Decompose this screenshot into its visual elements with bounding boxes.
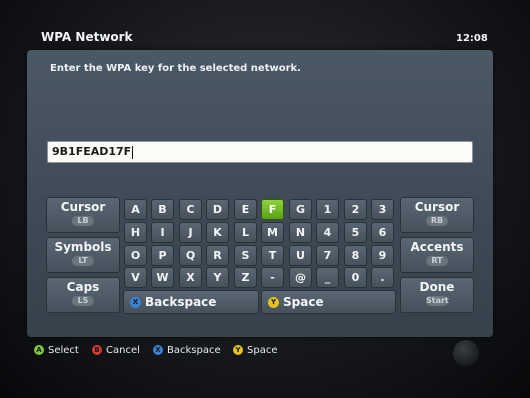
key-4[interactable]: 4 <box>316 222 339 243</box>
key-j[interactable]: J <box>179 222 202 243</box>
key-m[interactable]: M <box>261 222 284 243</box>
key-period[interactable]: . <box>371 267 394 288</box>
symbols-label: Symbols <box>54 240 112 254</box>
key-z[interactable]: Z <box>234 267 257 288</box>
cursor-right-label: Cursor <box>414 200 460 214</box>
backspace-key[interactable]: X Backspace <box>123 290 259 314</box>
key-d[interactable]: D <box>206 199 229 220</box>
key-0[interactable]: 0 <box>344 267 367 288</box>
a-button-icon: A <box>34 345 44 355</box>
key-at[interactable]: @ <box>289 267 312 288</box>
help-select: A Select <box>34 345 79 356</box>
key-r[interactable]: R <box>206 245 229 266</box>
rt-trigger-icon: RT <box>426 256 448 266</box>
key-y[interactable]: Y <box>206 267 229 288</box>
help-cancel-label: Cancel <box>106 345 140 356</box>
wpa-key-value: 9B1FEAD17F <box>52 145 132 158</box>
help-backspace-label: Backspace <box>167 345 221 356</box>
cursor-right-button[interactable]: Cursor RB <box>400 197 474 233</box>
key-6[interactable]: 6 <box>371 222 394 243</box>
key-1[interactable]: 1 <box>316 199 339 220</box>
key-n[interactable]: N <box>289 222 312 243</box>
text-caret <box>132 145 134 159</box>
rb-button-icon: RB <box>426 216 448 226</box>
key-i[interactable]: I <box>151 222 174 243</box>
prompt-text: Enter the WPA key for the selected netwo… <box>50 63 301 74</box>
caps-button[interactable]: Caps LS <box>46 277 120 313</box>
wpa-key-input[interactable]: 9B1FEAD17F <box>47 141 473 163</box>
key-dash[interactable]: - <box>261 267 284 288</box>
left-stick-icon: LS <box>72 296 94 306</box>
key-u[interactable]: U <box>289 245 312 266</box>
key-c[interactable]: C <box>179 199 202 220</box>
done-label: Done <box>419 280 455 294</box>
symbols-button[interactable]: Symbols LT <box>46 237 120 273</box>
key-b[interactable]: B <box>151 199 174 220</box>
x-button-icon: X <box>130 297 141 308</box>
lb-button-icon: LB <box>72 216 94 226</box>
key-k[interactable]: K <box>206 222 229 243</box>
y-button-icon: Y <box>233 345 243 355</box>
accents-label: Accents <box>410 240 464 254</box>
key-x[interactable]: X <box>179 267 202 288</box>
key-2[interactable]: 2 <box>344 199 367 220</box>
y-button-icon: Y <box>268 297 279 308</box>
key-q[interactable]: Q <box>179 245 202 266</box>
guide-orb-icon <box>453 340 479 366</box>
key-h[interactable]: H <box>124 222 147 243</box>
key-w[interactable]: W <box>151 267 174 288</box>
backspace-label: Backspace <box>145 295 217 309</box>
key-s[interactable]: S <box>234 245 257 266</box>
key-a[interactable]: A <box>124 199 147 220</box>
key-e[interactable]: E <box>234 199 257 220</box>
help-space: Y Space <box>233 345 277 356</box>
key-g[interactable]: G <box>289 199 312 220</box>
done-button[interactable]: Done Start <box>400 277 474 313</box>
key-l[interactable]: L <box>234 222 257 243</box>
key-p[interactable]: P <box>151 245 174 266</box>
accents-button[interactable]: Accents RT <box>400 237 474 273</box>
key-t[interactable]: T <box>261 245 284 266</box>
caps-label: Caps <box>66 280 100 294</box>
space-label: Space <box>283 295 324 309</box>
key-5[interactable]: 5 <box>344 222 367 243</box>
key-o[interactable]: O <box>124 245 147 266</box>
help-backspace: X Backspace <box>153 345 221 356</box>
key-underscore[interactable]: _ <box>316 267 339 288</box>
key-f[interactable]: F <box>261 199 284 220</box>
x-button-icon: X <box>153 345 163 355</box>
cursor-left-label: Cursor <box>60 200 106 214</box>
help-space-label: Space <box>247 345 278 356</box>
dialog-title: WPA Network <box>41 30 133 44</box>
help-cancel: B Cancel <box>92 345 140 356</box>
start-button-icon: Start <box>426 296 449 306</box>
lt-trigger-icon: LT <box>72 256 94 266</box>
clock: 12:08 <box>456 33 488 44</box>
key-8[interactable]: 8 <box>344 245 367 266</box>
help-select-label: Select <box>48 345 79 356</box>
key-v[interactable]: V <box>124 267 147 288</box>
b-button-icon: B <box>92 345 102 355</box>
key-3[interactable]: 3 <box>371 199 394 220</box>
cursor-left-button[interactable]: Cursor LB <box>46 197 120 233</box>
space-key[interactable]: Y Space <box>261 290 396 314</box>
key-9[interactable]: 9 <box>371 245 394 266</box>
key-7[interactable]: 7 <box>316 245 339 266</box>
